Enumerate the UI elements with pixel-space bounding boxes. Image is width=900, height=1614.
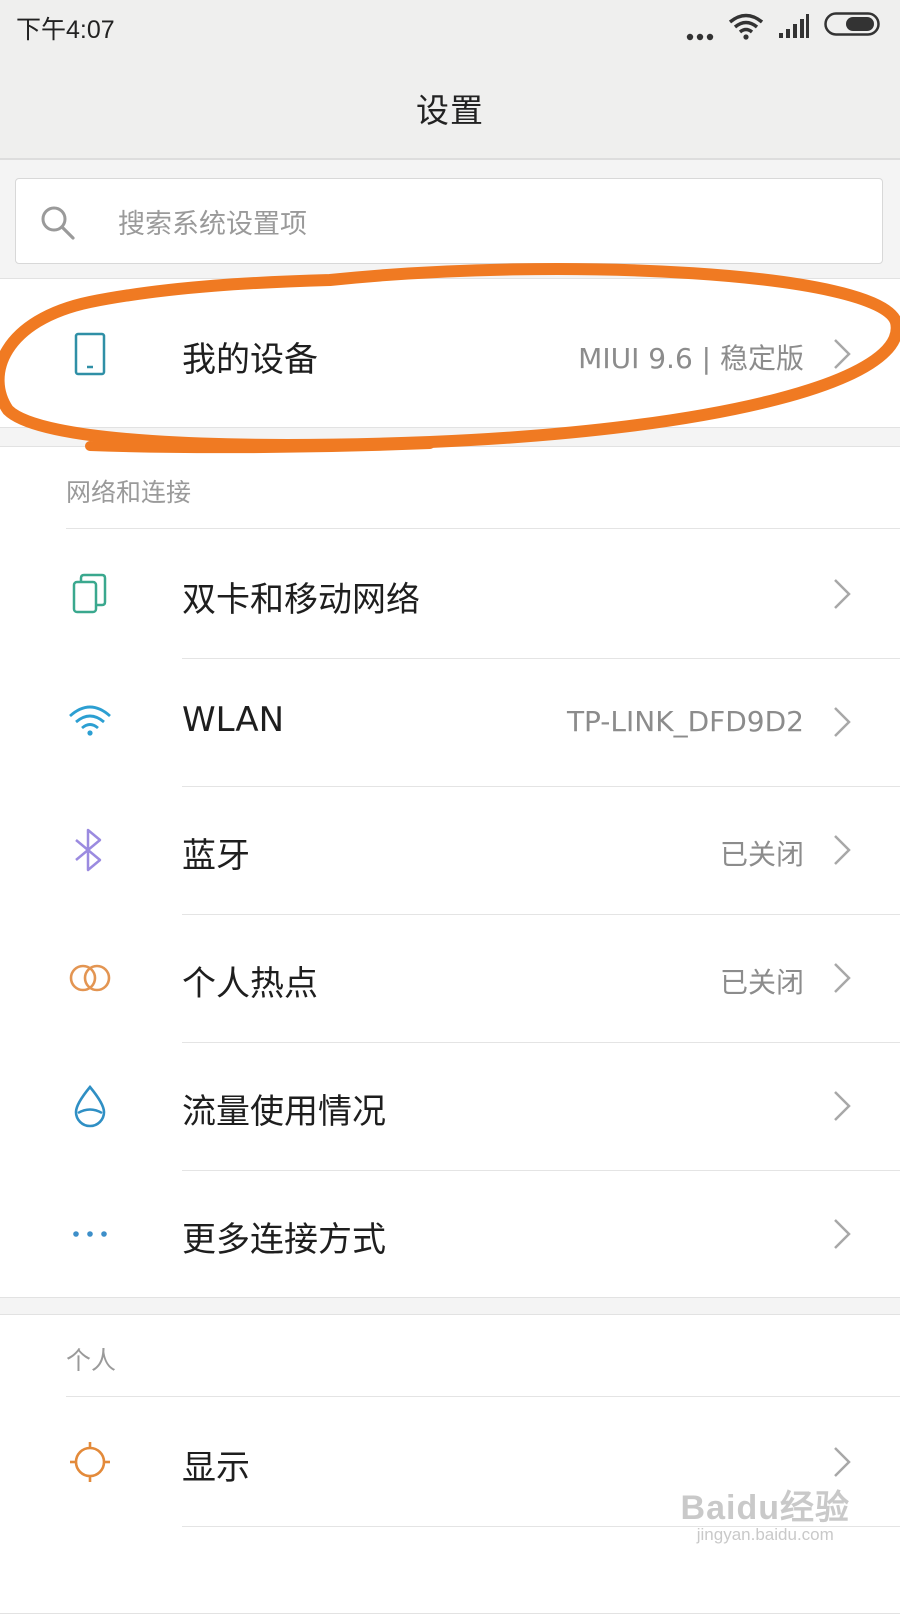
chevron-right-icon xyxy=(832,1217,852,1255)
wifi-icon xyxy=(728,12,764,44)
more-connections-row[interactable]: 更多连接方式 xyxy=(0,1169,900,1299)
row-label: 显示 xyxy=(182,1448,250,1488)
network-card: 网络和连接 双卡和移动网络 WLAN TP-LINK_DFD9D2 蓝牙 已关闭… xyxy=(0,446,900,1298)
chevron-right-icon xyxy=(832,705,852,743)
more-connections-icon xyxy=(68,1212,112,1256)
data-usage-icon xyxy=(68,1084,112,1128)
row-value: 已关闭 xyxy=(719,838,804,871)
hotspot-icon xyxy=(68,956,112,1000)
watermark-logo: Baidu经验 xyxy=(680,1489,850,1527)
watermark: Baidu经验 jingyan.baidu.com xyxy=(681,1480,850,1545)
page-title: 设置 xyxy=(416,91,484,130)
battery-icon xyxy=(824,12,882,40)
row-label: 蓝牙 xyxy=(182,836,250,876)
status-bar: 下午4:07 xyxy=(0,0,900,60)
personal-card: 个人 显示 xyxy=(0,1314,900,1614)
chevron-right-icon xyxy=(832,1089,852,1127)
search-placeholder: 搜索系统设置项 xyxy=(118,209,307,240)
title-bar: 设置 xyxy=(0,60,900,160)
watermark-url: jingyan.baidu.com xyxy=(696,1525,834,1544)
phone-icon xyxy=(68,332,112,376)
section-label: 个人 xyxy=(66,1346,117,1375)
search-input[interactable]: 搜索系统设置项 xyxy=(15,178,883,264)
dual-sim-row[interactable]: 双卡和移动网络 xyxy=(0,529,900,659)
chevron-right-icon xyxy=(832,1445,852,1483)
chevron-right-icon xyxy=(832,337,852,375)
row-label: WLAN xyxy=(182,700,285,740)
bluetooth-icon xyxy=(68,828,112,872)
chevron-right-icon xyxy=(832,833,852,871)
wlan-row[interactable]: WLAN TP-LINK_DFD9D2 xyxy=(0,657,900,787)
section-header-personal: 个人 xyxy=(0,1315,900,1397)
chevron-right-icon xyxy=(832,577,852,615)
wifi-icon xyxy=(68,700,112,744)
data-usage-row[interactable]: 流量使用情况 xyxy=(0,1041,900,1171)
status-time: 下午4:07 xyxy=(16,16,115,44)
hotspot-row[interactable]: 个人热点 已关闭 xyxy=(0,913,900,1043)
search-area: 搜索系统设置项 xyxy=(0,160,900,280)
row-value: TP-LINK_DFD9D2 xyxy=(566,705,804,738)
row-label: 流量使用情况 xyxy=(182,1092,386,1132)
dual-sim-icon xyxy=(68,572,112,616)
section-label: 网络和连接 xyxy=(66,478,192,507)
chevron-right-icon xyxy=(832,961,852,999)
row-value: 已关闭 xyxy=(719,966,804,999)
row-label: 我的设备 xyxy=(182,340,318,380)
device-card: 我的设备 MIUI 9.6 | 稳定版 xyxy=(0,278,900,428)
row-label: 双卡和移动网络 xyxy=(182,580,420,620)
row-value: MIUI 9.6 | 稳定版 xyxy=(578,342,804,375)
more-dots-icon xyxy=(686,26,714,45)
signal-icon xyxy=(778,14,810,42)
my-device-row[interactable]: 我的设备 MIUI 9.6 | 稳定版 xyxy=(0,289,900,419)
bluetooth-row[interactable]: 蓝牙 已关闭 xyxy=(0,785,900,915)
row-label: 更多连接方式 xyxy=(182,1220,386,1260)
search-icon xyxy=(40,205,76,245)
section-header-network: 网络和连接 xyxy=(0,447,900,529)
row-label: 个人热点 xyxy=(182,964,318,1004)
display-brightness-icon xyxy=(68,1440,112,1484)
